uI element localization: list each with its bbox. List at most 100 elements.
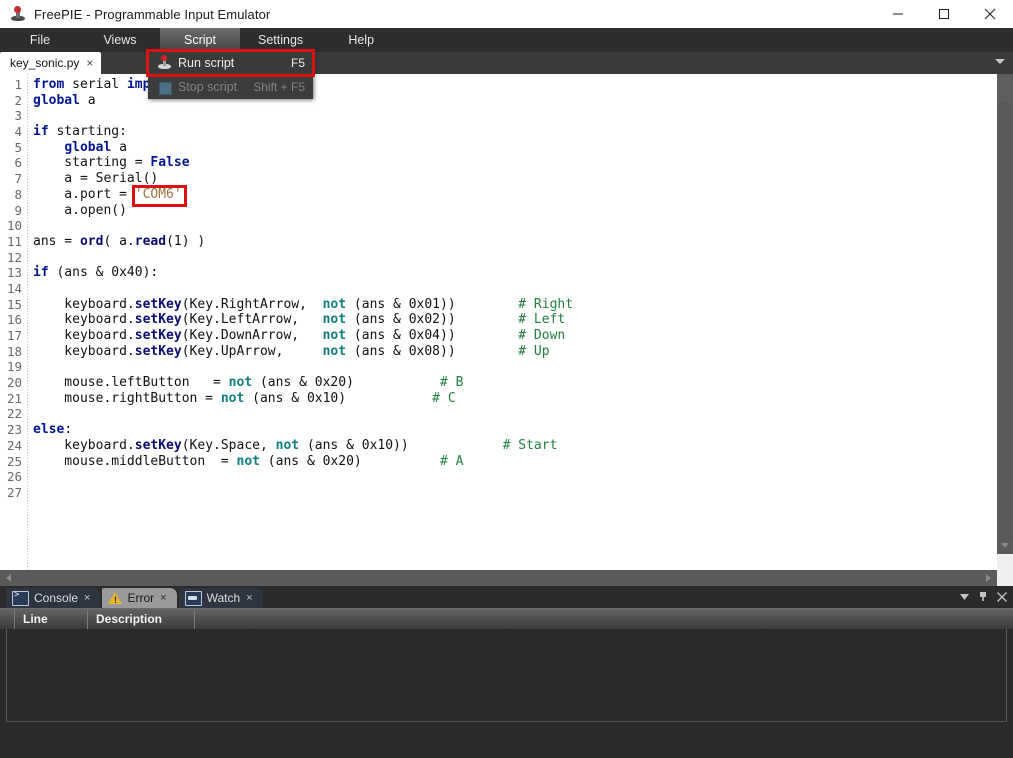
menu-run-script[interactable]: Run script F5 [146, 49, 315, 77]
code-line: 13 if (ans & 0x40): [0, 265, 997, 281]
chevron-down-icon[interactable] [995, 59, 1005, 64]
code-editor[interactable]: 1from serial import Serial2global a34if … [0, 74, 997, 570]
scroll-down-icon[interactable] [1001, 543, 1009, 548]
menu-run-script-label: Run script [178, 56, 235, 70]
console-icon [12, 590, 29, 606]
menu-item-views[interactable]: Views [80, 28, 160, 52]
code-line: 5 global a [0, 140, 997, 156]
grid-header-description[interactable]: Description [88, 609, 195, 629]
panel-tab-error[interactable]: Error × [102, 588, 177, 608]
menu-item-script[interactable]: Script [160, 28, 240, 52]
dropdown-icon[interactable] [960, 592, 969, 601]
panel-tab-error-label: Error [127, 591, 155, 605]
line-number: 12 [6, 249, 22, 265]
code-line: 11 ans = ord( a.read(1) ) [0, 234, 997, 250]
menu-bar: File Views Script Settings Help [0, 28, 1013, 52]
warning-icon [108, 592, 123, 605]
code-text: a.port = 'COM6' [33, 186, 182, 202]
code-line: 21 mouse.rightButton = not (ans & 0x10) … [0, 391, 997, 407]
line-number: 1 [14, 77, 22, 92]
code-line: 7 a = Serial() [0, 171, 997, 187]
menu-stop-script[interactable]: Stop script Shift + F5 [148, 75, 313, 99]
maximize-button[interactable] [921, 0, 967, 28]
editor-tab-close-icon[interactable]: × [86, 57, 93, 69]
editor-horizontal-scrollbar[interactable] [0, 570, 1013, 586]
panel-tab-error-close-icon[interactable]: × [160, 592, 166, 604]
line-number: 16 [6, 312, 22, 328]
pin-icon[interactable] [978, 591, 988, 602]
line-number: 26 [6, 469, 22, 485]
joystick-icon [8, 4, 28, 24]
line-number: 21 [6, 390, 22, 406]
line-number: 5 [14, 139, 22, 155]
line-number: 24 [6, 437, 22, 453]
code-line: 22 [0, 406, 997, 422]
close-button[interactable] [967, 0, 1013, 28]
code-line: 23 else: [0, 422, 997, 438]
line-number: 20 [6, 375, 22, 391]
line-number: 10 [6, 218, 22, 234]
code-line: 14 [0, 281, 997, 297]
panel-tab-console[interactable]: Console × [6, 588, 101, 608]
line-number: 11 [6, 233, 22, 249]
window-controls [875, 0, 1013, 28]
title-bar: FreePIE - Programmable Input Emulator [0, 0, 1013, 28]
vertical-scroll-thumb[interactable] [998, 76, 1012, 102]
scroll-right-icon[interactable] [986, 574, 991, 582]
panel-tab-watch[interactable]: Watch × [178, 588, 263, 608]
line-number: 19 [6, 359, 22, 375]
code-line: 4 if starting: [0, 124, 997, 140]
grid-header-blank [0, 609, 15, 629]
code-text: mouse.middleButton = not (ans & 0x20) # … [33, 453, 464, 469]
scroll-corner-2 [997, 570, 1013, 586]
grid-header-line[interactable]: Line [15, 609, 88, 629]
editor-tab-label: key_sonic.py [10, 56, 80, 70]
panel-tab-watch-close-icon[interactable]: × [246, 592, 252, 604]
watch-icon [184, 590, 202, 606]
code-line: 19 [0, 359, 997, 375]
code-text: global a [64, 139, 127, 155]
stop-square-icon [156, 78, 173, 95]
code-text: starting = False [33, 155, 190, 171]
bottom-panel: Console × Error × Watch × Line D [0, 586, 1013, 742]
code-text: mouse.leftButton = not (ans & 0x20) # B [33, 375, 464, 391]
line-number: 8 [14, 186, 22, 202]
code-line: 24 keyboard.setKey(Key.Space, not (ans &… [0, 438, 997, 454]
code-line: 8 a.port = 'COM6' [0, 187, 997, 203]
editor-tab-key-sonic[interactable]: key_sonic.py × [0, 52, 102, 74]
gutter-separator [27, 74, 28, 570]
line-number: 17 [6, 328, 22, 343]
line-number: 7 [14, 171, 22, 187]
code-text: keyboard.setKey(Key.Space, not (ans & 0x… [33, 437, 558, 453]
window-title: FreePIE - Programmable Input Emulator [34, 6, 271, 22]
code-line: 18 keyboard.setKey(Key.UpArrow, not (ans… [0, 344, 997, 360]
line-number: 14 [6, 280, 22, 296]
code-text: ans = ord( a.read(1) ) [33, 233, 206, 249]
panel-tab-console-close-icon[interactable]: × [84, 592, 90, 604]
menu-item-file[interactable]: File [0, 28, 80, 52]
code-line: 16 keyboard.setKey(Key.LeftArrow, not (a… [0, 312, 997, 328]
script-menu-dropdown: Run script F5 Stop script Shift + F5 [146, 49, 315, 99]
code-text: if (ans & 0x40): [33, 265, 159, 281]
code-line: 10 [0, 218, 997, 234]
line-number: 4 [14, 124, 22, 140]
code-text: if starting: [33, 124, 127, 140]
code-line: 15 keyboard.setKey(Key.RightArrow, not (… [0, 297, 997, 313]
menu-item-settings[interactable]: Settings [240, 28, 321, 52]
minimize-button[interactable] [875, 0, 921, 28]
error-grid-header: Line Description [0, 608, 1013, 629]
panel-tab-watch-label: Watch [206, 591, 241, 605]
menu-item-help[interactable]: Help [321, 28, 401, 52]
error-grid-body[interactable] [6, 629, 1007, 722]
close-icon[interactable] [997, 591, 1007, 602]
code-text: keyboard.setKey(Key.RightArrow, not (ans… [33, 296, 574, 312]
line-number: 23 [6, 422, 22, 438]
scroll-left-icon[interactable] [6, 574, 11, 582]
line-number: 6 [14, 155, 22, 171]
menu-stop-script-label: Stop script [178, 80, 238, 94]
code-text: keyboard.setKey(Key.LeftArrow, not (ans … [33, 312, 566, 328]
code-line: 26 [0, 469, 997, 485]
code-text: global a [33, 92, 96, 108]
code-text: keyboard.setKey(Key.UpArrow, not (ans & … [33, 343, 550, 359]
editor-vertical-scrollbar[interactable] [997, 74, 1013, 554]
